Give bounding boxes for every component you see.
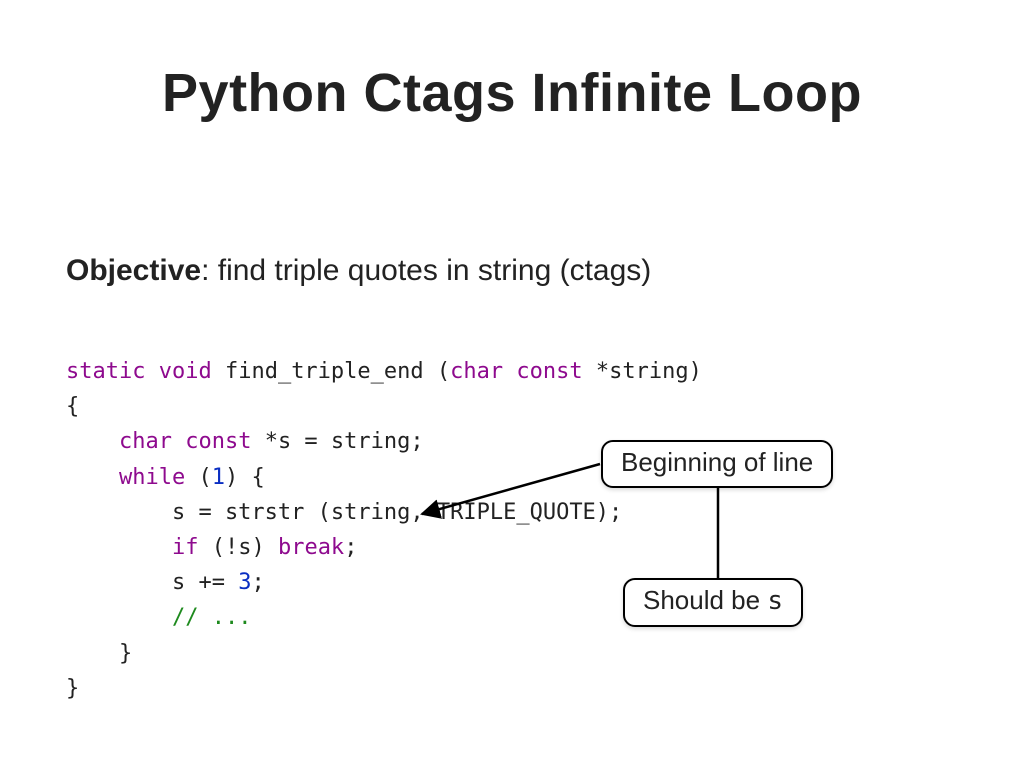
code-line-3: char const *s = string;: [66, 429, 424, 454]
objective-label: Objective: [66, 254, 201, 287]
objective-line: Objective: find triple quotes in string …: [66, 254, 651, 288]
slide: Python Ctags Infinite Loop Objective: fi…: [0, 0, 1024, 768]
callout-bottom: Should be s: [623, 578, 803, 627]
code-line-9: }: [66, 641, 132, 666]
code-line-8: // ...: [66, 605, 251, 630]
code-line-7: s += 3;: [66, 570, 265, 595]
code-line-4: while (1) {: [66, 465, 265, 490]
callout-bottom-text: Should be: [643, 585, 767, 615]
code-line-10: }: [66, 676, 79, 701]
callout-top-text: Beginning of line: [621, 447, 813, 477]
code-line-1: static void find_triple_end (char const …: [66, 359, 702, 384]
callout-bottom-code: s: [767, 586, 783, 616]
objective-text: : find triple quotes in string (ctags): [201, 254, 651, 287]
code-block: static void find_triple_end (char const …: [66, 354, 702, 706]
callout-top: Beginning of line: [601, 440, 833, 488]
code-line-5: s = strstr (string, TRIPLE_QUOTE);: [66, 500, 622, 525]
code-line-2: {: [66, 394, 79, 419]
slide-title: Python Ctags Infinite Loop: [0, 62, 1024, 124]
code-line-6: if (!s) break;: [66, 535, 357, 560]
